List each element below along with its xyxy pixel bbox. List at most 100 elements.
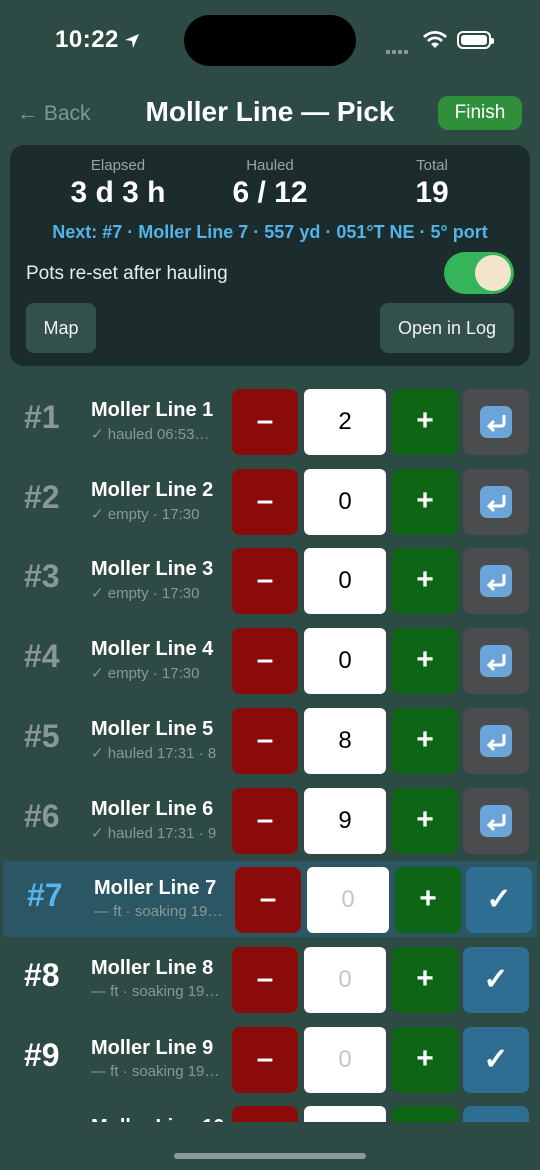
pot-number: #1 <box>24 399 60 435</box>
pot-row: #7 Moller Line 7 — ft · soaking 19… –0 + ✓ <box>3 861 537 938</box>
clock: 10:22 <box>55 26 141 54</box>
cellular-signal-icon <box>386 41 410 59</box>
reset-pot-button[interactable] <box>463 628 529 695</box>
pot-name: Moller Line 4 <box>91 638 214 661</box>
increment-button[interactable]: + <box>392 468 458 535</box>
return-arrow-icon <box>480 724 512 757</box>
pot-number: #4 <box>24 638 60 675</box>
reset-toggle[interactable] <box>444 252 514 294</box>
decrement-button[interactable]: – <box>232 787 298 854</box>
return-arrow-icon <box>480 406 512 438</box>
decrement-button[interactable]: – <box>232 468 298 535</box>
decrement-button[interactable]: – <box>232 548 298 615</box>
pot-list: #1 Moller Line 1 ✓ hauled 06:53… –2 + #2 Molle… <box>0 377 540 1122</box>
catch-count-input[interactable]: 0 <box>304 468 386 535</box>
pot-row: #5 Moller Line 5 ✓ hauled 17:31 · 8–8 + <box>0 702 540 778</box>
total-value: 19 <box>415 176 449 209</box>
summary-card: Elapsed 3 d 3 h Hauled 6 / 12 Total 19 N… <box>10 145 530 366</box>
pot-name: Moller Line 6 <box>91 797 214 820</box>
catch-count-input[interactable]: 0 <box>307 867 389 934</box>
pot-number: #2 <box>24 478 60 515</box>
pot-name: Moller Line 3 <box>91 558 214 581</box>
pot-number: #5 <box>24 717 60 754</box>
map-button[interactable]: Map <box>26 303 96 353</box>
dynamic-island <box>184 15 356 66</box>
pot-status: ✓ hauled 06:53… <box>91 426 210 443</box>
increment-button[interactable]: + <box>392 1026 458 1093</box>
pot-status: ✓ empty · 17:30 <box>91 505 200 523</box>
hauled-stat: Hauled 6 / 12 <box>220 157 320 210</box>
catch-count-input[interactable]: 2 <box>304 389 386 455</box>
pot-name: Moller Line 7 <box>94 877 217 900</box>
home-indicator[interactable] <box>174 1153 366 1159</box>
decrement-button[interactable]: – <box>232 707 298 774</box>
decrement-button[interactable]: – <box>232 628 298 695</box>
catch-count-input[interactable]: 0 <box>304 628 386 695</box>
reset-pot-button[interactable] <box>463 707 529 774</box>
pot-row: #4 Moller Line 4 ✓ empty · 17:30 –0 + <box>0 622 540 698</box>
elapsed-stat: Elapsed 3 d 3 h <box>68 157 168 210</box>
pot-row: #6 Moller Line 6 ✓ hauled 17:31 · 9–9 + <box>0 782 540 858</box>
pot-status: ✓ hauled 17:31 · 9 <box>91 824 217 842</box>
pot-name: Moller Line 8 <box>91 956 214 979</box>
checkmark-icon: ✓ <box>483 1121 508 1122</box>
elapsed-value: 3 d 3 h <box>70 176 166 209</box>
return-arrow-icon <box>480 485 512 518</box>
catch-count-input[interactable]: 8 <box>304 707 386 774</box>
pot-row: #9 Moller Line 9 — ft · soaking 19… –0 + ✓ <box>0 1021 540 1097</box>
increment-button[interactable]: + <box>392 389 458 455</box>
reset-pot-button[interactable] <box>463 548 529 615</box>
reset-pot-button[interactable] <box>463 787 529 854</box>
pot-status: — ft · soaking 19… <box>94 903 223 921</box>
total-label: Total <box>416 157 448 174</box>
return-arrow-icon <box>480 645 512 678</box>
elapsed-label: Elapsed <box>90 157 146 174</box>
decrement-button[interactable]: – <box>232 946 298 1013</box>
finish-button[interactable]: Finish <box>438 96 522 130</box>
increment-button[interactable]: + <box>392 628 458 695</box>
decrement-button[interactable]: – <box>232 1026 298 1093</box>
decrement-button[interactable]: – <box>232 389 298 455</box>
catch-count-input[interactable]: 9 <box>304 787 386 854</box>
navigation-bar: ← Back Moller Line — Pick Finish <box>0 92 540 136</box>
increment-button[interactable]: + <box>392 548 458 615</box>
pot-status: — ft · soaking 19… <box>91 982 220 1000</box>
pot-row: #1 Moller Line 1 ✓ hauled 06:53… –2 + <box>0 383 540 459</box>
increment-button[interactable]: + <box>392 946 458 1013</box>
increment-button[interactable]: + <box>392 707 458 774</box>
return-arrow-icon <box>480 804 512 837</box>
mark-hauled-button[interactable]: ✓ <box>463 1026 529 1093</box>
pot-row: #10 Moller Line 10 –0 + ✓ <box>0 1100 540 1122</box>
increment-button[interactable]: + <box>392 1106 458 1122</box>
mark-hauled-button[interactable]: ✓ <box>463 946 529 1013</box>
open-in-log-button[interactable]: Open in Log <box>380 303 514 353</box>
pot-row: #3 Moller Line 3 ✓ empty · 17:30 –0 + <box>0 542 540 618</box>
pot-status: — ft · soaking 19… <box>91 1062 220 1080</box>
pot-row: #2 Moller Line 2 ✓ empty · 17:30 –0 + <box>0 463 540 539</box>
checkmark-icon: ✓ <box>483 1042 509 1076</box>
increment-button[interactable]: + <box>395 867 461 934</box>
status-bar: 10:22 <box>0 0 540 80</box>
catch-count-input[interactable]: 0 <box>304 548 386 615</box>
pot-number: #7 <box>27 877 63 914</box>
catch-count-input[interactable]: 0 <box>304 1106 386 1122</box>
catch-count-input[interactable]: 0 <box>304 946 386 1013</box>
reset-pot-button[interactable] <box>463 389 529 455</box>
battery-icon <box>457 31 494 49</box>
mark-hauled-button[interactable]: ✓ <box>466 867 532 934</box>
decrement-button[interactable]: – <box>235 867 301 934</box>
toggle-knob <box>475 255 511 291</box>
pot-name: Moller Line 1 <box>91 399 214 421</box>
mark-hauled-button[interactable]: ✓ <box>463 1106 529 1122</box>
checkmark-icon: ✓ <box>483 962 509 996</box>
pot-name: Moller Line 2 <box>91 478 214 501</box>
pot-number: #3 <box>24 558 60 595</box>
catch-count-input[interactable]: 0 <box>304 1026 386 1093</box>
pot-status: ✓ empty · 17:30 <box>91 665 200 683</box>
reset-pot-button[interactable] <box>463 468 529 535</box>
increment-button[interactable]: + <box>392 787 458 854</box>
pot-name: Moller Line 5 <box>91 717 214 740</box>
pot-name: Moller Line 9 <box>91 1036 214 1059</box>
decrement-button[interactable]: – <box>232 1106 298 1122</box>
pot-number: #10 <box>24 1116 77 1122</box>
